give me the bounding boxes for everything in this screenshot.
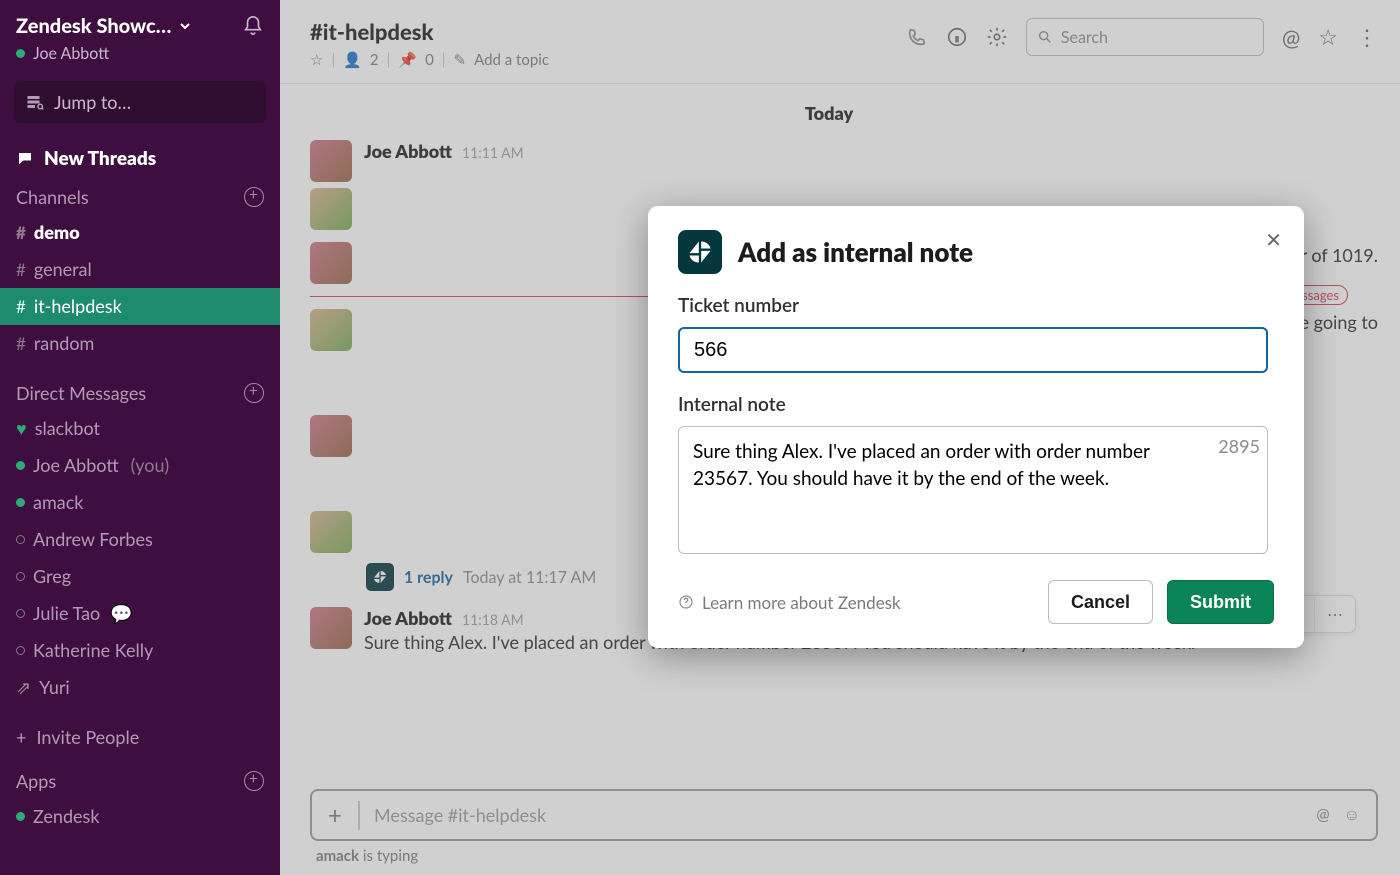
internal-note-label: Internal note xyxy=(678,393,1274,416)
dm-item-katherine-kelly[interactable]: Katherine Kelly xyxy=(0,632,280,669)
internal-note-modal: ✕ Add as internal note Ticket number Int… xyxy=(648,206,1304,648)
cancel-button[interactable]: Cancel xyxy=(1048,580,1153,624)
close-icon[interactable]: ✕ xyxy=(1265,228,1282,252)
apps-heading[interactable]: Apps xyxy=(0,764,280,798)
submit-button[interactable]: Submit xyxy=(1167,580,1274,624)
dm-item-julie-tao[interactable]: Julie Tao💬 xyxy=(0,595,280,632)
dm-item-amack[interactable]: amack xyxy=(0,484,280,521)
apps-list: Zendesk xyxy=(0,798,280,835)
learn-more-link[interactable]: Learn more about Zendesk xyxy=(678,592,901,613)
app-item-zendesk[interactable]: Zendesk xyxy=(0,798,280,835)
presence-away-icon xyxy=(16,646,25,655)
dm-item-andrew-forbes[interactable]: Andrew Forbes xyxy=(0,521,280,558)
presence-away-icon xyxy=(16,535,25,544)
bell-icon[interactable] xyxy=(242,15,264,37)
jump-icon xyxy=(26,93,44,111)
main-pane: #it-helpdesk ☆ | 👤 2 | 📌 0 | ✎ Add a top… xyxy=(280,0,1400,875)
channel-item-demo[interactable]: #demo xyxy=(0,214,280,251)
channel-item-random[interactable]: #random xyxy=(0,325,280,362)
new-threads-link[interactable]: New Threads xyxy=(0,141,280,176)
presence-dot-icon xyxy=(16,49,25,58)
zendesk-app-icon xyxy=(678,230,722,274)
add-app-icon[interactable] xyxy=(244,771,264,791)
workspace-name-label: Zendesk Showc… xyxy=(16,14,171,38)
presence-away-icon xyxy=(16,609,25,618)
modal-mask[interactable]: ✕ Add as internal note Ticket number Int… xyxy=(280,0,1400,875)
invite-people-link[interactable]: + Invite People xyxy=(0,716,280,758)
jump-placeholder: Jump to… xyxy=(54,91,131,113)
channels-heading[interactable]: Channels xyxy=(0,180,280,214)
workspace-header[interactable]: Zendesk Showc… Joe Abbott xyxy=(0,0,280,73)
ticket-number-label: Ticket number xyxy=(678,294,1274,317)
threads-icon xyxy=(16,150,34,168)
dm-item-slackbot[interactable]: ♥slackbot xyxy=(0,410,280,447)
chat-bubble-icon: 💬 xyxy=(110,599,132,628)
presence-dot-icon xyxy=(16,812,25,821)
heart-icon: ♥ xyxy=(16,414,27,443)
add-dm-icon[interactable] xyxy=(244,383,264,403)
modal-title: Add as internal note xyxy=(738,236,973,268)
internal-note-textarea[interactable] xyxy=(678,426,1268,554)
dms-heading[interactable]: Direct Messages xyxy=(0,376,280,410)
dm-item-yuri[interactable]: ⇗Yuri xyxy=(0,669,280,706)
current-user-label: Joe Abbott xyxy=(33,44,109,63)
channel-item-general[interactable]: #general xyxy=(0,251,280,288)
plus-icon: + xyxy=(16,726,26,748)
question-circle-icon xyxy=(678,594,694,610)
add-channel-icon[interactable] xyxy=(244,187,264,207)
presence-dot-icon xyxy=(16,498,25,507)
dm-item-greg[interactable]: Greg xyxy=(0,558,280,595)
channel-item-it-helpdesk[interactable]: #it-helpdesk xyxy=(0,288,280,325)
presence-away-icon xyxy=(16,572,25,581)
jump-to-input[interactable]: Jump to… xyxy=(14,81,266,123)
external-link-icon: ⇗ xyxy=(16,673,31,702)
channel-list: #demo #general #it-helpdesk #random xyxy=(0,214,280,362)
chevron-down-icon xyxy=(179,20,191,32)
sidebar: Zendesk Showc… Joe Abbott Jump to… New T… xyxy=(0,0,280,875)
dm-list: ♥slackbot Joe Abbott(you) amack Andrew F… xyxy=(0,410,280,706)
ticket-number-input[interactable] xyxy=(678,327,1268,373)
char-remaining: 2895 xyxy=(1218,435,1260,457)
presence-dot-icon xyxy=(16,461,25,470)
dm-item-joe-abbott[interactable]: Joe Abbott(you) xyxy=(0,447,280,484)
